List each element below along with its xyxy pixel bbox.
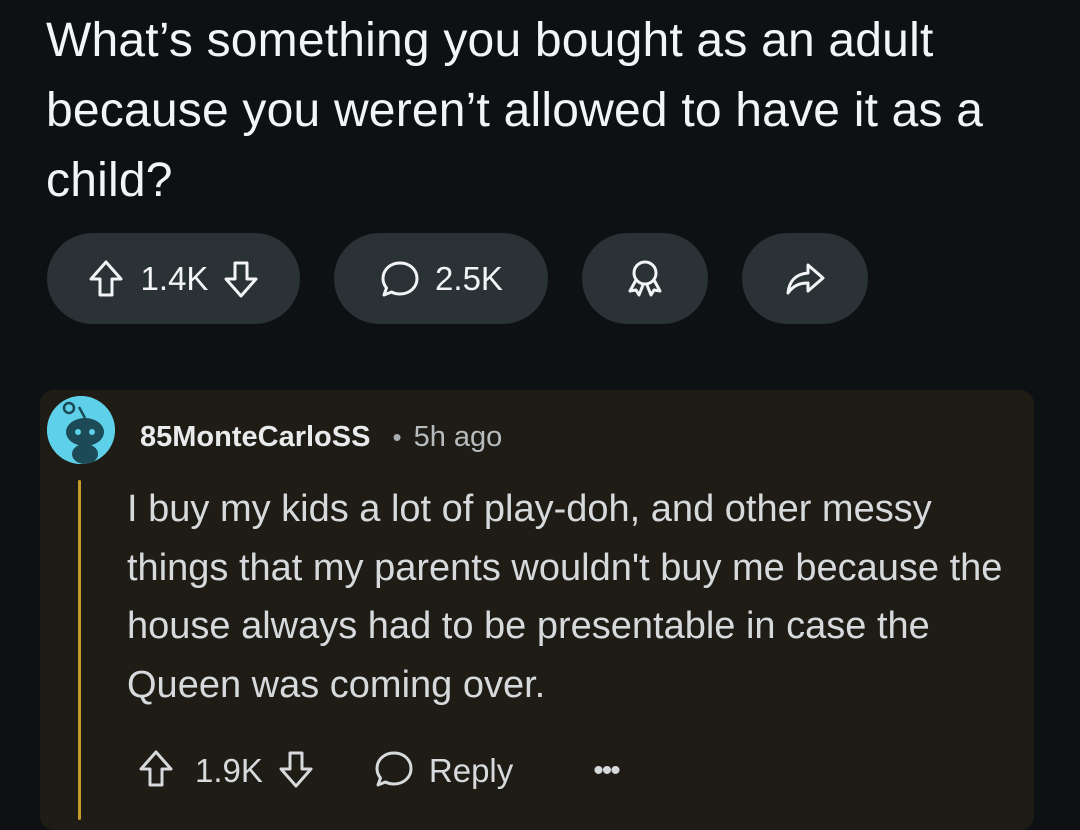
comment-username[interactable]: 85MonteCarloSS	[140, 421, 370, 454]
meta-separator: •	[392, 421, 402, 452]
comment-timestamp: 5h ago	[413, 420, 503, 453]
avatar[interactable]	[47, 396, 115, 464]
more-options-button[interactable]: •••	[593, 756, 620, 786]
speech-bubble-icon	[379, 258, 421, 300]
comment-vote-count: 1.9K	[195, 752, 263, 789]
speech-bubble-icon	[373, 748, 415, 795]
post-comment-count: 2.5K	[435, 259, 503, 297]
comment-actions: 1.9K Reply •••	[137, 740, 621, 802]
comment-meta: 85MonteCarloSS • 5h ago	[140, 415, 502, 459]
thread-line[interactable]	[78, 480, 81, 820]
award-ribbon-icon	[623, 257, 667, 301]
post-vote-bar: 1.4K	[47, 233, 300, 324]
comments-button[interactable]: 2.5K	[334, 233, 548, 324]
reply-button[interactable]: Reply	[373, 748, 513, 795]
downvote-arrow-icon[interactable]	[222, 259, 260, 299]
upvote-arrow-icon[interactable]	[87, 259, 125, 299]
downvote-arrow-icon[interactable]	[277, 749, 315, 794]
share-button[interactable]	[742, 233, 868, 324]
post-title: What’s something you bought as an adult …	[46, 14, 984, 207]
award-button[interactable]	[582, 233, 708, 324]
post-vote-count: 1.4K	[140, 259, 209, 297]
share-arrow-icon	[783, 259, 827, 299]
comment-body: I buy my kids a lot of play-doh, and oth…	[127, 488, 1003, 706]
upvote-arrow-icon[interactable]	[137, 749, 175, 794]
reply-label: Reply	[428, 752, 514, 789]
